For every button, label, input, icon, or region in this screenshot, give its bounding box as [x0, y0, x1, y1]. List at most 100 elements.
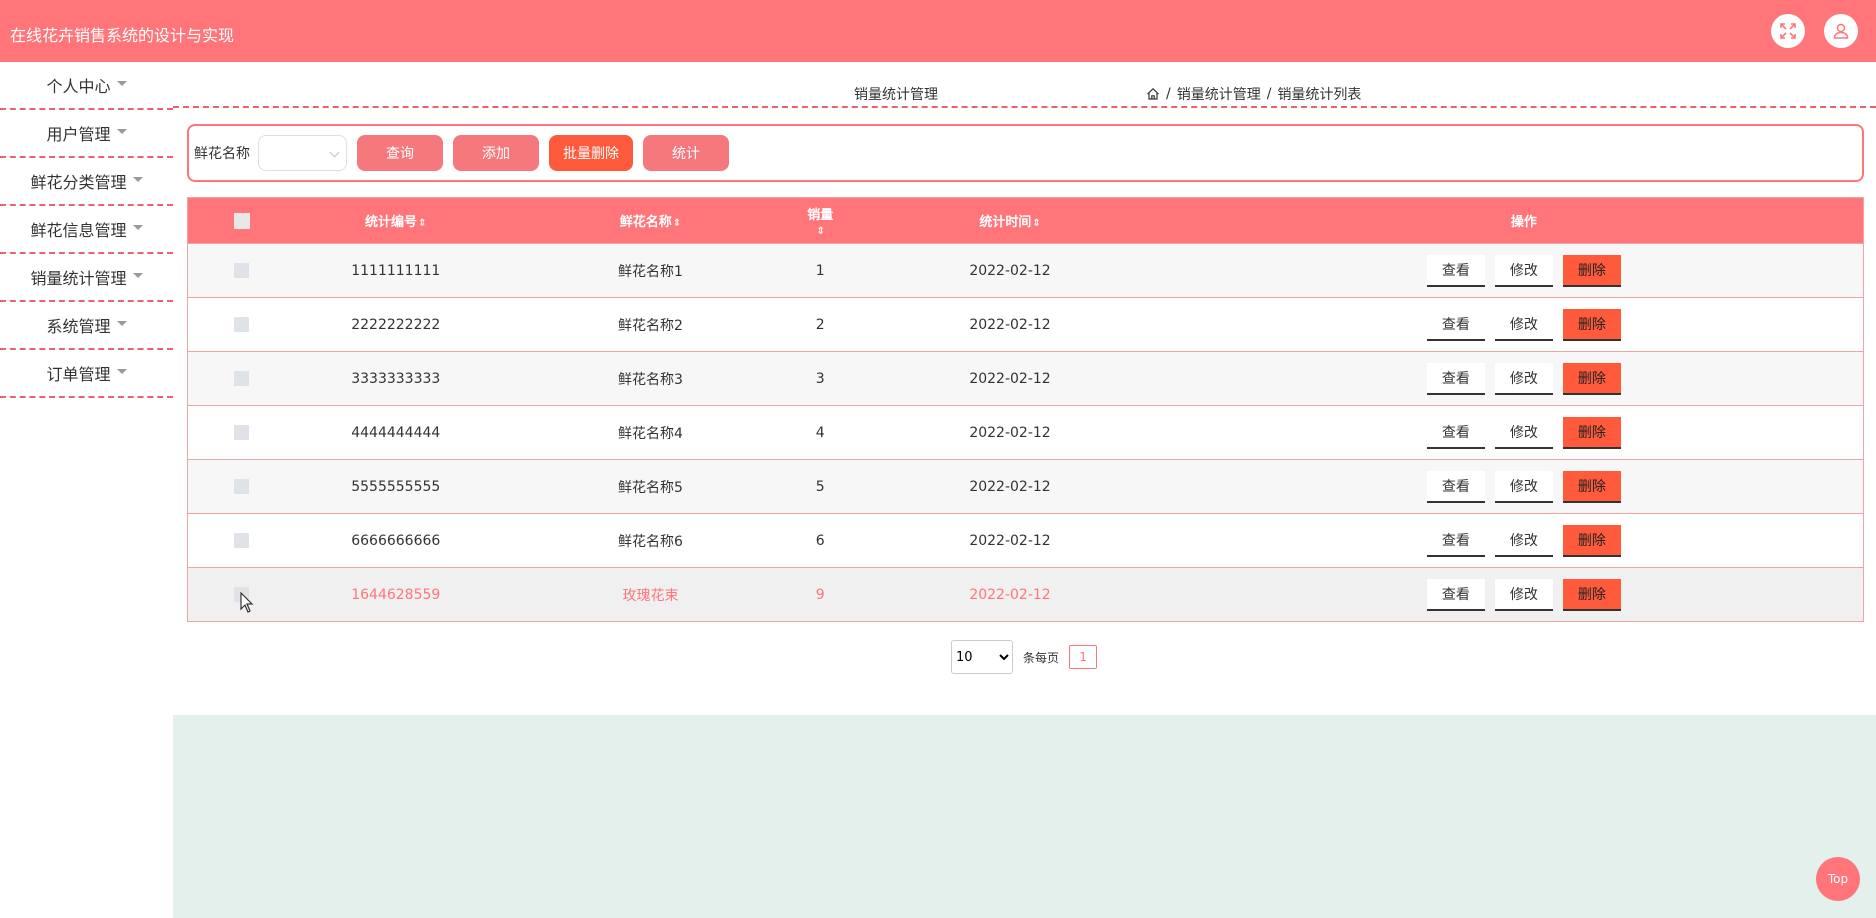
select-all-cell — [188, 212, 296, 229]
page-number[interactable]: 1 — [1069, 645, 1098, 669]
view-button[interactable]: 查看 — [1426, 362, 1485, 395]
cell-time: 2022-02-12 — [969, 532, 1051, 549]
header-qty[interactable]: 销量⇕ — [805, 204, 835, 238]
edit-button[interactable]: 修改 — [1494, 308, 1553, 341]
row-select-cell — [188, 425, 296, 440]
cell-actions: 查看 修改 删除 — [1185, 362, 1863, 395]
delete-button[interactable]: 删除 — [1562, 578, 1621, 611]
edit-button[interactable]: 修改 — [1494, 470, 1553, 503]
sort-icon: ⇕ — [418, 218, 427, 229]
search-bar: 鲜花名称 查询 添加 批量删除 统计 — [187, 124, 1864, 182]
edit-button[interactable]: 修改 — [1494, 524, 1553, 557]
delete-button[interactable]: 删除 — [1562, 308, 1621, 341]
sidebar-item-label: 系统管理 — [46, 317, 111, 336]
select-all-checkbox[interactable] — [233, 212, 250, 229]
cell-id: 1644628559 — [351, 586, 441, 603]
sidebar-item-orders[interactable]: 订单管理 — [0, 350, 173, 398]
row-checkbox[interactable] — [234, 533, 250, 548]
view-button[interactable]: 查看 — [1426, 524, 1485, 557]
row-checkbox[interactable] — [234, 317, 250, 332]
cell-id: 5555555555 — [351, 478, 441, 495]
row-checkbox[interactable] — [234, 479, 250, 494]
sidebar-item-label: 用户管理 — [46, 125, 111, 144]
breadcrumb: / 销量统计管理 / 销量统计列表 — [1146, 84, 1361, 104]
caret-down-icon — [116, 368, 127, 374]
caret-down-icon — [132, 176, 143, 182]
view-button[interactable]: 查看 — [1426, 254, 1485, 287]
breadcrumb-level1[interactable]: 销量统计管理 — [1177, 84, 1261, 104]
table-header: 统计编号⇕ 鲜花名称⇕ 销量⇕ 统计时间⇕ 操作 — [188, 198, 1863, 243]
cell-time: 2022-02-12 — [969, 316, 1051, 333]
view-button[interactable]: 查看 — [1426, 470, 1485, 503]
table-row: 2222222222 鲜花名称2 2 2022-02-12 查看 修改 删除 — [188, 297, 1863, 351]
flower-name-select[interactable] — [258, 135, 347, 171]
delete-button[interactable]: 删除 — [1562, 470, 1621, 503]
row-checkbox[interactable] — [234, 425, 250, 440]
breadcrumb-separator: / — [1266, 86, 1272, 102]
view-button[interactable]: 查看 — [1426, 416, 1485, 449]
fullscreen-button[interactable] — [1771, 14, 1805, 48]
delete-button[interactable]: 删除 — [1562, 254, 1621, 287]
edit-button[interactable]: 修改 — [1494, 416, 1553, 449]
row-select-cell — [188, 479, 296, 494]
row-checkbox[interactable] — [234, 371, 250, 386]
stat-button[interactable]: 统计 — [643, 135, 729, 171]
cell-name: 鲜花名称6 — [617, 533, 683, 550]
cell-actions: 查看 修改 删除 — [1185, 254, 1863, 287]
sidebar-item-label: 销量统计管理 — [30, 269, 127, 288]
cell-name: 玫瑰花束 — [622, 587, 679, 604]
table-row: 3333333333 鲜花名称3 3 2022-02-12 查看 修改 删除 — [188, 351, 1863, 405]
per-page-label: 条每页 — [1023, 650, 1060, 665]
edit-button[interactable]: 修改 — [1494, 578, 1553, 611]
edit-button[interactable]: 修改 — [1494, 362, 1553, 395]
sidebar-item-flower-category[interactable]: 鲜花分类管理 — [0, 158, 173, 206]
row-checkbox[interactable] — [234, 263, 250, 278]
query-button[interactable]: 查询 — [357, 135, 443, 171]
cell-name: 鲜花名称4 — [617, 425, 683, 442]
header-time[interactable]: 统计时间⇕ — [835, 211, 1185, 230]
add-button[interactable]: 添加 — [453, 135, 539, 171]
breadcrumb-separator: / — [1166, 86, 1171, 102]
mouse-cursor-icon — [240, 592, 254, 613]
cell-qty: 1 — [815, 262, 825, 279]
sort-icon: ⇕ — [672, 218, 682, 229]
cell-id: 2222222222 — [351, 316, 441, 333]
cell-name: 鲜花名称5 — [617, 479, 683, 496]
sidebar-item-label: 鲜花信息管理 — [30, 221, 127, 240]
cell-id: 3333333333 — [351, 370, 441, 387]
page-size-select[interactable]: 10 — [951, 640, 1013, 674]
batch-delete-button[interactable]: 批量删除 — [549, 135, 633, 171]
back-to-top-button[interactable]: Top — [1816, 857, 1860, 901]
row-select-cell — [188, 317, 296, 332]
sidebar-item-system[interactable]: 系统管理 — [0, 302, 173, 350]
edit-button[interactable]: 修改 — [1494, 254, 1553, 287]
cell-actions: 查看 修改 删除 — [1185, 470, 1863, 503]
delete-button[interactable]: 删除 — [1562, 524, 1621, 557]
delete-button[interactable]: 删除 — [1562, 416, 1621, 449]
header-id[interactable]: 统计编号⇕ — [296, 211, 496, 230]
cell-name: 鲜花名称1 — [617, 263, 683, 280]
fullscreen-icon — [1780, 23, 1796, 39]
cell-time: 2022-02-12 — [969, 370, 1051, 387]
cell-qty: 9 — [815, 586, 825, 603]
header-name[interactable]: 鲜花名称⇕ — [496, 211, 806, 230]
view-button[interactable]: 查看 — [1426, 308, 1485, 341]
page-title: 销量统计管理 — [854, 87, 938, 103]
cell-qty: 5 — [815, 478, 825, 495]
caret-down-icon — [116, 80, 127, 86]
cell-time: 2022-02-12 — [969, 262, 1051, 279]
sidebar-item-user-management[interactable]: 用户管理 — [0, 110, 173, 158]
sidebar-item-flower-info[interactable]: 鲜花信息管理 — [0, 206, 173, 254]
row-select-cell — [188, 371, 296, 386]
user-button[interactable] — [1824, 14, 1858, 48]
cell-actions: 查看 修改 删除 — [1185, 416, 1863, 449]
sidebar-item-sales-stat[interactable]: 销量统计管理 — [0, 254, 173, 302]
view-button[interactable]: 查看 — [1426, 578, 1485, 611]
pagination: 10 条每页 1 — [951, 640, 1098, 674]
home-icon[interactable] — [1146, 87, 1160, 101]
sidebar-item-personal-center[interactable]: 个人中心 — [0, 62, 173, 110]
user-icon — [1833, 23, 1849, 39]
cell-name: 鲜花名称2 — [617, 317, 683, 334]
delete-button[interactable]: 删除 — [1562, 362, 1621, 395]
sidebar-item-label: 订单管理 — [46, 365, 111, 384]
